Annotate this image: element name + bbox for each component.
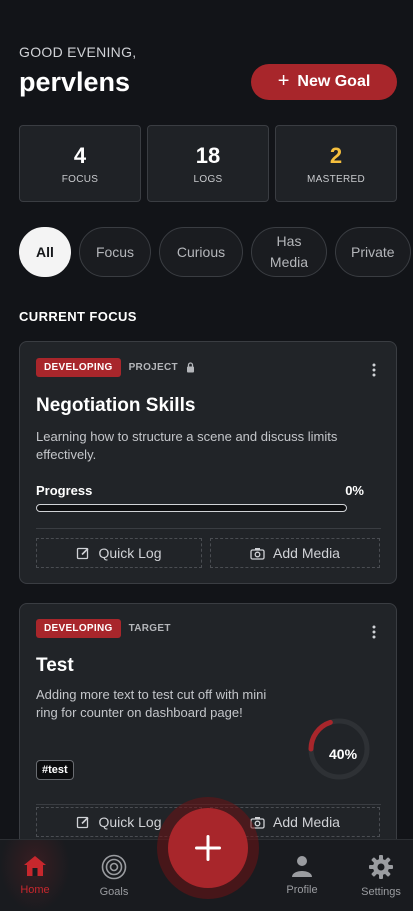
stats-row: 4 FOCUS 18 LOGS 2 MASTERED bbox=[19, 125, 397, 202]
home-icon bbox=[24, 856, 46, 876]
tag-chip[interactable]: #test bbox=[36, 760, 74, 780]
stat-value: 4 bbox=[73, 142, 87, 168]
quick-log-label: Quick Log bbox=[98, 545, 162, 561]
filter-chip-all[interactable]: All bbox=[19, 227, 71, 277]
type-label: PROJECT bbox=[128, 362, 178, 373]
filter-chips: All Focus Curious Has Media Private bbox=[19, 227, 413, 277]
nav-settings-label: Settings bbox=[361, 886, 401, 898]
nav-settings[interactable]: Settings bbox=[346, 840, 413, 911]
progress-label: Progress bbox=[36, 483, 93, 498]
add-fab-button[interactable] bbox=[168, 808, 248, 888]
filter-chip-curious[interactable]: Curious bbox=[159, 227, 243, 277]
stat-focus[interactable]: 4 FOCUS bbox=[19, 125, 141, 202]
card-description: Learning how to structure a scene and di… bbox=[36, 429, 338, 462]
stat-value: 2 bbox=[329, 142, 343, 168]
username: pervlens bbox=[19, 67, 131, 97]
nav-goals[interactable]: Goals bbox=[79, 840, 149, 911]
person-icon bbox=[292, 856, 312, 877]
edit-icon bbox=[77, 547, 90, 560]
stat-value: 18 bbox=[195, 142, 221, 168]
card-badges: DEVELOPING TARGET bbox=[36, 619, 171, 638]
add-media-label: Add Media bbox=[273, 545, 340, 561]
card-title: Test bbox=[36, 655, 74, 676]
nav-home-label: Home bbox=[20, 884, 50, 896]
nav-profile[interactable]: Profile bbox=[267, 840, 337, 911]
progress-ring-arc bbox=[308, 719, 333, 752]
lock-icon bbox=[186, 362, 194, 373]
goal-card[interactable]: DEVELOPING PROJECT Negotiation Skills Le… bbox=[19, 341, 397, 584]
ring-value: 40% bbox=[329, 746, 358, 762]
add-media-label: Add Media bbox=[273, 814, 340, 830]
quick-log-label: Quick Log bbox=[98, 814, 162, 830]
new-goal-label: New Goal bbox=[297, 73, 371, 90]
stat-logs[interactable]: 18 LOGS bbox=[147, 125, 269, 202]
stat-label: FOCUS bbox=[61, 173, 99, 185]
divider bbox=[36, 528, 381, 529]
card-badges: DEVELOPING PROJECT bbox=[36, 358, 195, 377]
status-badge: DEVELOPING bbox=[36, 358, 121, 377]
card-description: Adding more text to test cut off with mi… bbox=[36, 687, 267, 720]
quick-log-button[interactable]: Quick Log bbox=[36, 538, 202, 568]
section-title: CURRENT FOCUS bbox=[19, 309, 137, 324]
status-badge: DEVELOPING bbox=[36, 619, 121, 638]
gear-icon bbox=[369, 855, 393, 879]
more-options-icon[interactable] bbox=[372, 625, 376, 643]
nav-home[interactable]: Home bbox=[0, 840, 70, 911]
target-icon bbox=[101, 854, 127, 880]
nav-profile-label: Profile bbox=[286, 884, 318, 896]
filter-chip-focus[interactable]: Focus bbox=[79, 227, 151, 277]
stat-label: MASTERED bbox=[307, 173, 365, 185]
card-title: Negotiation Skills bbox=[36, 395, 196, 416]
greeting-text: GOOD EVENING, bbox=[19, 44, 137, 60]
new-goal-button[interactable]: + New Goal bbox=[251, 64, 397, 100]
filter-chip-private[interactable]: Private bbox=[335, 227, 411, 277]
camera-icon bbox=[250, 547, 265, 560]
progress-bar bbox=[36, 504, 347, 512]
nav-goals-label: Goals bbox=[99, 886, 129, 898]
plus-icon: + bbox=[277, 70, 290, 92]
add-media-button[interactable]: Add Media bbox=[210, 538, 380, 568]
edit-icon bbox=[77, 816, 90, 829]
progress-value: 0% bbox=[345, 483, 364, 498]
stat-label: LOGS bbox=[193, 173, 223, 185]
filter-chip-has-media[interactable]: Has Media bbox=[251, 227, 327, 277]
more-options-icon[interactable] bbox=[372, 363, 376, 381]
type-label: TARGET bbox=[128, 623, 171, 634]
stat-mastered[interactable]: 2 MASTERED bbox=[275, 125, 397, 202]
plus-icon bbox=[195, 835, 221, 861]
